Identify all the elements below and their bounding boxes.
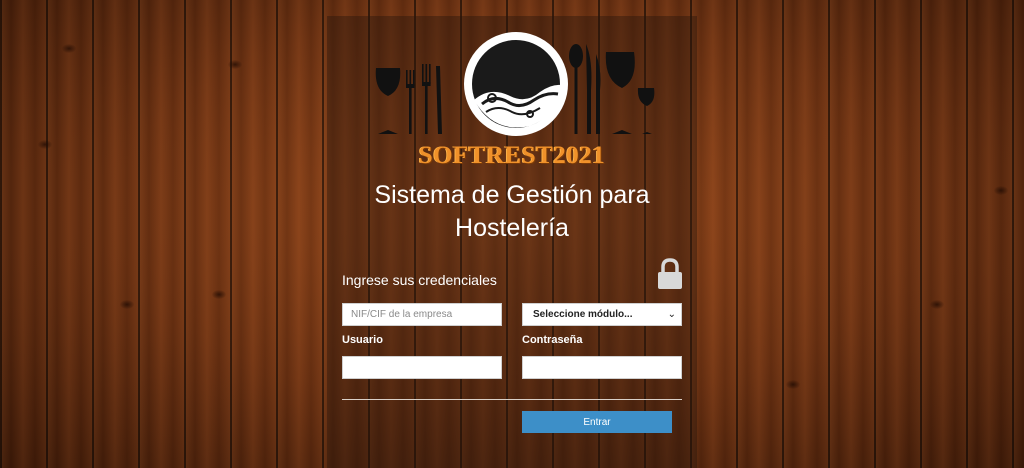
lock-icon [658,258,682,289]
wood-knot [38,140,52,149]
chevron-down-icon: ⌄ [667,309,676,320]
wood-knot [786,380,800,389]
brand-name: SOFTREST2021 [418,142,606,169]
page-subtitle: Sistema de Gestión para Hostelería [327,179,697,245]
password-label: Contraseña [522,334,583,346]
subtitle-line-1: Sistema de Gestión para [374,181,650,209]
nif-input[interactable] [342,303,502,326]
enter-button[interactable]: Entrar [522,411,672,433]
credentials-label: Ingrese sus credenciales [342,272,497,288]
wood-knot [994,186,1008,195]
restaurant-logo [375,32,655,136]
subtitle-line-2: Hostelería [455,214,569,242]
module-select-value: Seleccione módulo... [533,309,633,320]
wood-knot [62,44,76,53]
wood-knot [930,300,944,309]
form-divider [342,399,682,400]
wood-knot [212,290,226,299]
user-label: Usuario [342,334,383,346]
wood-knot [120,300,134,309]
password-input[interactable] [522,356,682,379]
user-input[interactable] [342,356,502,379]
wood-knot [228,60,242,69]
module-select[interactable]: Seleccione módulo... ⌄ [522,303,682,326]
